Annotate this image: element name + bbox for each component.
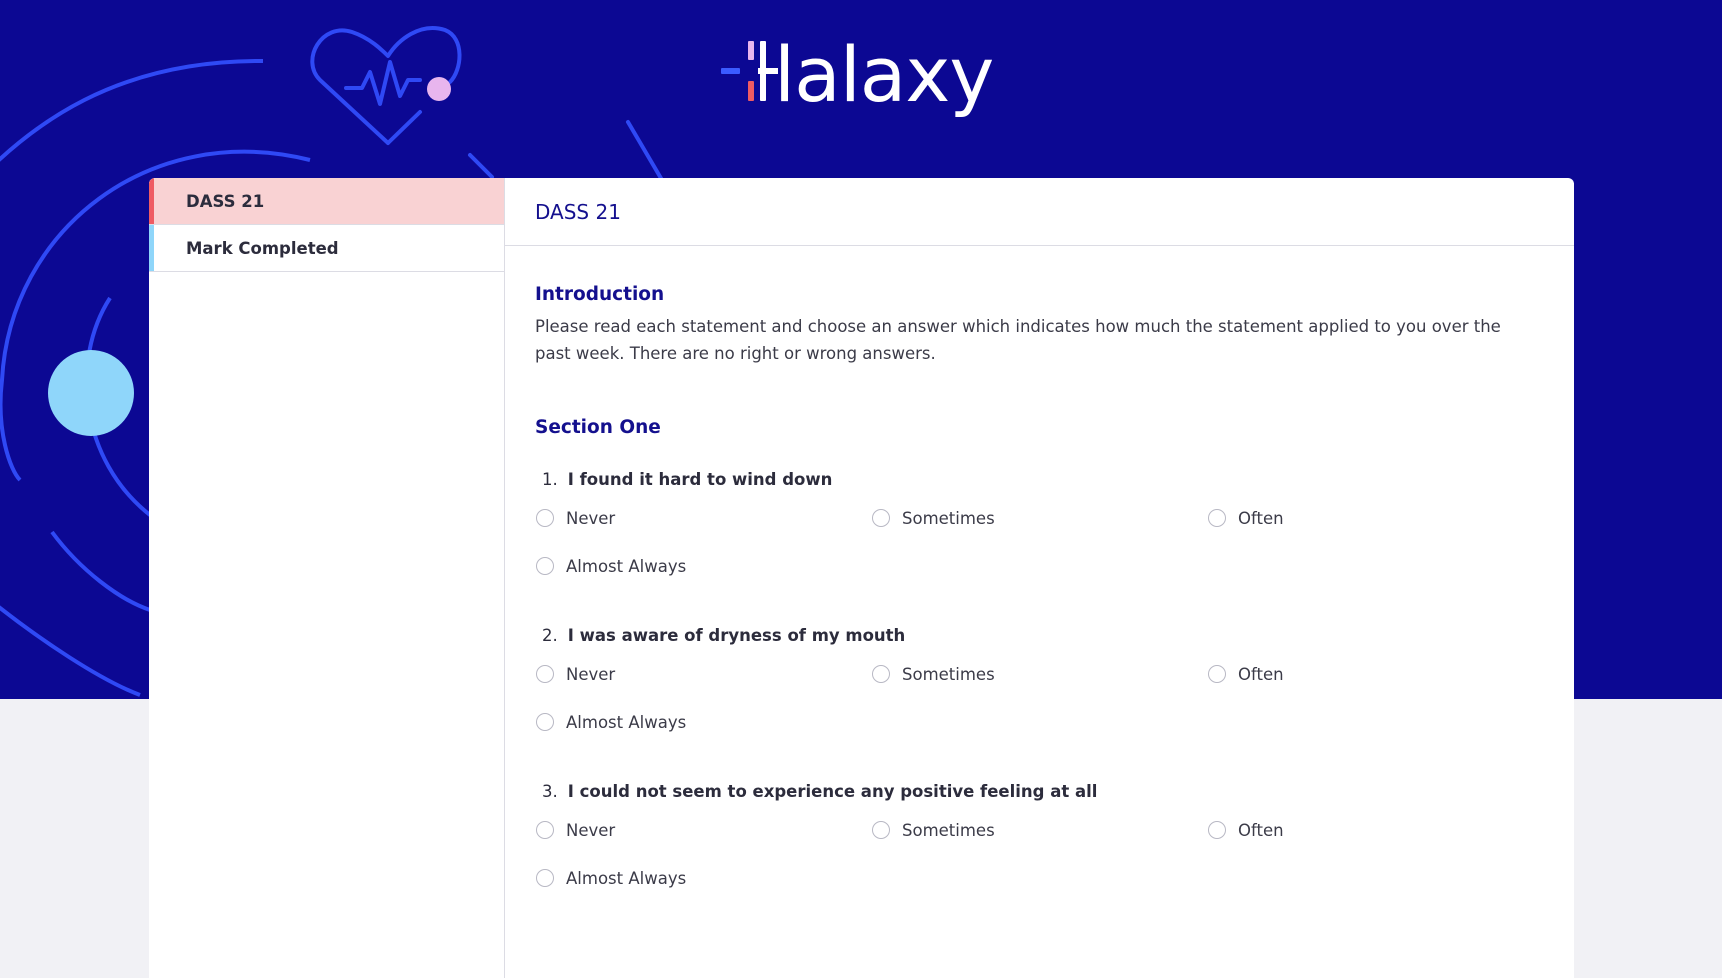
sidebar-item-label: DASS 21	[186, 192, 265, 211]
logo-wordmark: lalaxy	[774, 30, 994, 119]
question-title: 3. I could not seem to experience any pos…	[535, 781, 1534, 803]
question-2: 2. I was aware of dryness of my mouth Nev…	[535, 625, 1534, 733]
radio-button[interactable]	[536, 509, 554, 527]
radio-button[interactable]	[536, 713, 554, 731]
question-title: 2. I was aware of dryness of my mouth	[535, 625, 1534, 647]
option-almost-always[interactable]: Almost Always	[535, 555, 871, 577]
option-label: Almost Always	[566, 712, 687, 732]
option-label: Never	[566, 820, 616, 840]
radio-button[interactable]	[1208, 821, 1226, 839]
question-3: 3. I could not seem to experience any pos…	[535, 781, 1534, 889]
option-label: Sometimes	[902, 820, 995, 840]
question-text: I was aware of dryness of my mouth	[567, 626, 906, 645]
option-never[interactable]: Never	[535, 819, 871, 841]
answer-options: Never Sometimes Often Almost Always	[535, 507, 1534, 577]
question-number: 2.	[542, 626, 558, 645]
radio-button[interactable]	[872, 509, 890, 527]
logo-cross-icon	[718, 38, 778, 118]
active-indicator	[149, 178, 154, 224]
sidebar: DASS 21 Mark Completed	[149, 178, 505, 978]
option-label: Sometimes	[902, 664, 995, 684]
form-content: Introduction Please read each statement …	[505, 284, 1574, 889]
question-text: I found it hard to wind down	[567, 470, 833, 489]
decor-line-right	[626, 120, 664, 182]
form-card: DASS 21 Mark Completed DASS 21 Introduct…	[149, 178, 1574, 978]
radio-button[interactable]	[872, 821, 890, 839]
option-label: Almost Always	[566, 868, 687, 888]
decor-arc-bottom	[0, 605, 141, 697]
sidebar-item-label: Mark Completed	[186, 239, 339, 258]
halaxy-logo: lalaxy	[718, 30, 994, 119]
option-label: Almost Always	[566, 556, 687, 576]
page-title: DASS 21	[505, 178, 1574, 246]
option-never[interactable]: Never	[535, 663, 871, 685]
intro-heading: Introduction	[535, 284, 665, 305]
option-often[interactable]: Often	[1207, 819, 1543, 841]
answer-options: Never Sometimes Often Almost Always	[535, 819, 1534, 889]
sidebar-item-dass21[interactable]: DASS 21	[149, 178, 504, 225]
radio-button[interactable]	[536, 557, 554, 575]
answer-options: Never Sometimes Often Almost Always	[535, 663, 1534, 733]
form-main: DASS 21 Introduction Please read each st…	[505, 178, 1574, 978]
decor-arc-lower	[50, 530, 151, 612]
option-sometimes[interactable]: Sometimes	[871, 663, 1207, 685]
question-title: 1. I found it hard to wind down	[535, 469, 1534, 491]
radio-button[interactable]	[1208, 509, 1226, 527]
sidebar-item-mark-completed[interactable]: Mark Completed	[149, 225, 504, 272]
option-label: Never	[566, 664, 616, 684]
radio-button[interactable]	[872, 665, 890, 683]
option-label: Never	[566, 508, 616, 528]
option-often[interactable]: Often	[1207, 507, 1543, 529]
radio-button[interactable]	[536, 821, 554, 839]
radio-button[interactable]	[1208, 665, 1226, 683]
option-almost-always[interactable]: Almost Always	[535, 867, 871, 889]
question-number: 3.	[542, 782, 558, 801]
option-almost-always[interactable]: Almost Always	[535, 711, 871, 733]
question-number: 1.	[542, 470, 558, 489]
option-often[interactable]: Often	[1207, 663, 1543, 685]
heart-pulse-icon	[310, 26, 462, 145]
section-heading: Section One	[535, 417, 661, 438]
option-never[interactable]: Never	[535, 507, 871, 529]
question-text: I could not seem to experience any posit…	[567, 782, 1098, 801]
intro-text: Please read each statement and choose an…	[535, 317, 1501, 363]
decor-circle	[48, 350, 134, 436]
radio-button[interactable]	[536, 869, 554, 887]
option-sometimes[interactable]: Sometimes	[871, 819, 1207, 841]
item-indicator	[149, 225, 154, 271]
question-1: 1. I found it hard to wind down Never Som…	[535, 469, 1534, 577]
radio-button[interactable]	[536, 665, 554, 683]
decor-line-small	[468, 153, 494, 179]
option-label: Sometimes	[902, 508, 995, 528]
option-sometimes[interactable]: Sometimes	[871, 507, 1207, 529]
option-label: Often	[1238, 508, 1284, 528]
option-label: Often	[1238, 820, 1284, 840]
option-label: Often	[1238, 664, 1284, 684]
